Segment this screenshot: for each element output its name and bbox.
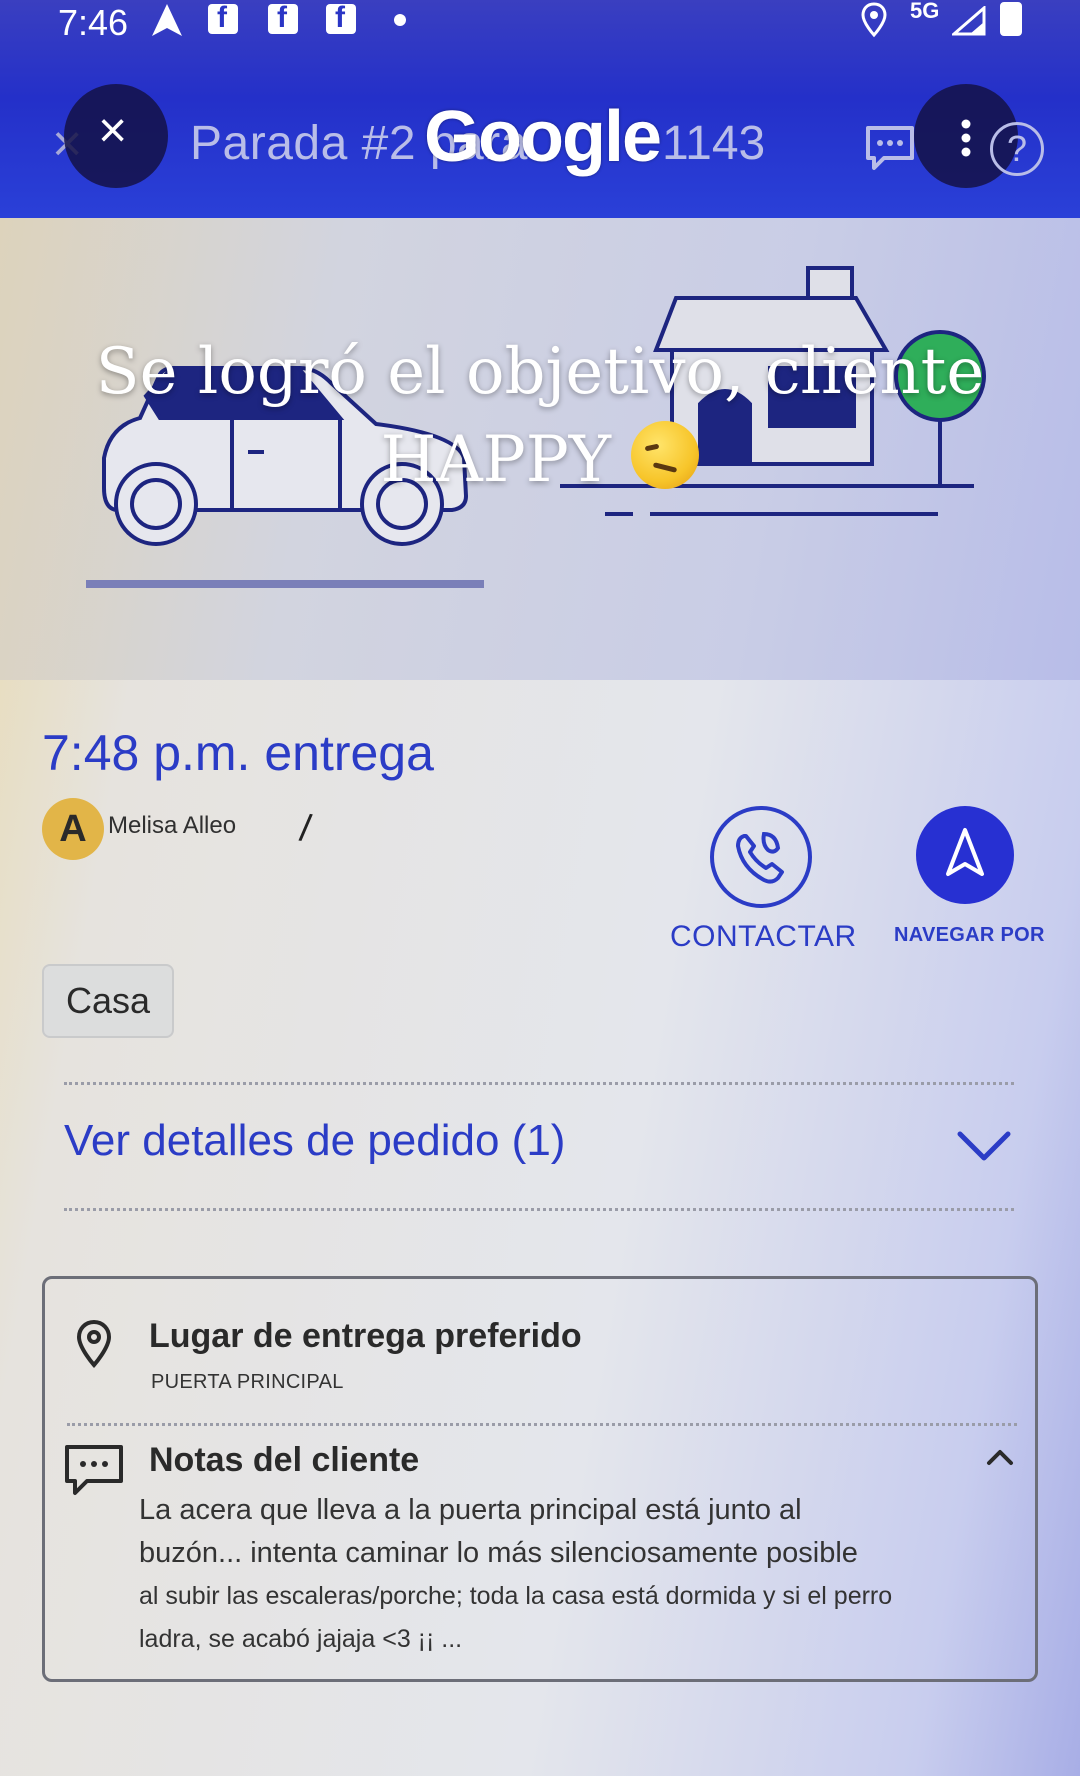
order-details-toggle[interactable]: Ver detalles de pedido (1) — [64, 1116, 565, 1166]
customer-notes-title: Notas del cliente — [149, 1441, 420, 1479]
delivery-illustration: Se logró el objetivo, cliente HAPPY — [0, 218, 1080, 680]
close-icon: × — [98, 102, 128, 158]
facebook-icon: f — [326, 1, 356, 34]
signal-icon — [952, 6, 986, 36]
address-type-chip: Casa — [42, 964, 174, 1038]
help-icon[interactable]: ? — [990, 122, 1044, 176]
navigation-icon — [152, 4, 182, 36]
delivery-time: 7:48 p.m. entrega — [42, 725, 434, 781]
divider — [64, 1082, 1014, 1085]
slash-mark: / — [297, 807, 314, 851]
facebook-icon: f — [208, 1, 238, 34]
notes-line: buzón... intenta caminar lo más silencio… — [139, 1537, 858, 1569]
close-button[interactable]: × — [64, 84, 168, 188]
chevron-down-icon[interactable] — [956, 1128, 1012, 1164]
network-label: 5G — [910, 0, 940, 23]
divider — [67, 1423, 1017, 1426]
preferred-location-title: Lugar de entrega preferido — [149, 1317, 582, 1355]
delivery-notes-card: Lugar de entrega preferido PUERTA PRINCI… — [42, 1276, 1038, 1682]
woozy-face-icon — [631, 421, 700, 489]
battery-icon — [1000, 2, 1022, 36]
story-caption: Se logró el objetivo, cliente HAPPY — [60, 328, 1020, 504]
notes-line: La acera que lleva a la puerta principal… — [139, 1494, 802, 1526]
location-pin-icon — [76, 1319, 112, 1369]
navigate-label[interactable]: NAVEGAR POR — [894, 924, 1045, 947]
app-header: 7:46 f f f 5G × × Parada #2 para Google … — [0, 0, 1080, 218]
facebook-icon: f — [268, 1, 298, 34]
dot-icon — [394, 14, 406, 26]
more-vert-icon — [961, 119, 971, 157]
contact-label[interactable]: CONTACTAR — [670, 920, 857, 954]
phone-icon — [736, 831, 784, 884]
chevron-up-icon[interactable] — [985, 1447, 1015, 1467]
avatar: A — [42, 798, 104, 860]
divider — [64, 1208, 1014, 1211]
location-icon — [861, 2, 887, 38]
contact-button[interactable] — [710, 806, 812, 908]
chat-note-icon — [65, 1445, 123, 1495]
notes-line: ladra, se acabó jajaja <3 ¡¡ ... — [139, 1625, 463, 1653]
chat-icon[interactable] — [862, 122, 918, 174]
google-logo: Google — [424, 97, 662, 177]
notes-line: al subir las escaleras/porche; toda la c… — [139, 1582, 893, 1610]
status-time: 7:46 — [58, 2, 129, 43]
customer-notes-text: La acera que lleva a la puerta principal… — [139, 1489, 999, 1661]
preferred-location-value: PUERTA PRINCIPAL — [151, 1371, 344, 1393]
navigation-arrow-icon — [946, 828, 984, 876]
caption-text: Se logró el objetivo, cliente HAPPY — [95, 335, 985, 497]
order-number: 1143 — [662, 117, 766, 170]
status-bar: 7:46 f f f 5G — [0, 0, 1080, 44]
customer-name: Melisa Alleo — [108, 812, 237, 839]
navigate-button[interactable] — [916, 806, 1014, 904]
